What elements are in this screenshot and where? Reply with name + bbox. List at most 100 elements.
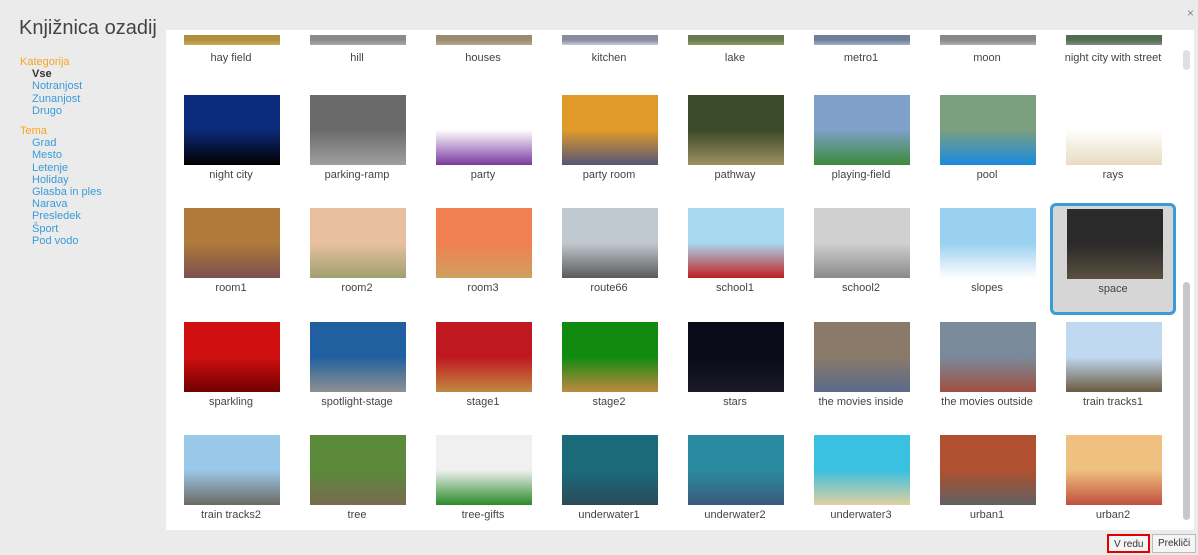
room1-thumbnail (184, 208, 280, 278)
backdrop-label: tree-gifts (461, 509, 505, 521)
underwater3-thumbnail (814, 435, 910, 505)
backdrop-tile[interactable]: night city (168, 90, 294, 202)
room3-thumbnail (436, 208, 532, 278)
backdrop-tile[interactable]: tree (294, 430, 420, 530)
backdrop-tile[interactable]: pathway (672, 90, 798, 202)
scrollbar-track-top (1183, 50, 1190, 70)
metro-thumbnail (814, 35, 910, 45)
backdrop-library-dialog: Knjižnica ozadij × Kategorija Vse Notranj… (0, 0, 1198, 555)
backdrop-label: houses (465, 52, 501, 64)
backdrop-label: hay field (210, 52, 252, 64)
route66-thumbnail (562, 208, 658, 278)
backdrop-tile[interactable]: rays (1050, 90, 1176, 202)
urban1-thumbnail (940, 435, 1036, 505)
backdrop-tile[interactable]: stage2 (546, 317, 672, 429)
backdrop-tile[interactable]: spotlight-stage (294, 317, 420, 429)
houses-thumbnail (436, 35, 532, 45)
party-room-thumbnail (562, 95, 658, 165)
backdrop-label: room3 (467, 282, 499, 294)
backdrop-tile[interactable]: sparkling (168, 317, 294, 429)
sidebar-item-presledek[interactable]: Presledek (20, 210, 160, 222)
backdrop-tile[interactable]: room1 (168, 203, 294, 315)
sidebar-item-letenje[interactable]: Letenje (20, 162, 160, 174)
backdrop-tile[interactable]: the movies inside (798, 317, 924, 429)
backdrop-label: lake (724, 52, 746, 64)
night-city-street-thumbnail (1066, 35, 1162, 45)
backdrop-tile[interactable]: school2 (798, 203, 924, 315)
backdrop-tile[interactable]: pool (924, 90, 1050, 202)
tree-thumbnail (310, 435, 406, 505)
backdrop-tile[interactable]: party room (546, 90, 672, 202)
sidebar-item-šport[interactable]: Šport (20, 223, 160, 235)
sidebar-item-zunanjost[interactable]: Zunanjost (20, 93, 160, 105)
backdrop-tile[interactable]: parking-ramp (294, 90, 420, 202)
backdrop-tile[interactable]: train tracks1 (1050, 317, 1176, 429)
tema-list: Grad Mesto Letenje Holiday Glasba in ples Nar… (20, 137, 160, 247)
parking-ramp-thumbnail (310, 95, 406, 165)
backdrop-label: the movies outside (941, 396, 1033, 408)
backdrop-label: night city with street (1064, 52, 1162, 64)
backdrop-tile[interactable]: urban2 (1050, 430, 1176, 530)
train-tracks2-thumbnail (184, 435, 280, 505)
backdrop-tile[interactable]: playing-field (798, 90, 924, 202)
playing-field-thumbnail (814, 95, 910, 165)
backdrop-label: space (1098, 283, 1128, 295)
sidebar-item-vse[interactable]: Vse (20, 68, 160, 80)
sidebar-item-notranjost[interactable]: Notranjost (20, 80, 160, 92)
backdrop-tile[interactable]: route66 (546, 203, 672, 315)
cancel-button[interactable]: Prekliči (1152, 534, 1197, 553)
backdrop-tile[interactable]: urban1 (924, 430, 1050, 530)
underwater2-thumbnail (688, 435, 784, 505)
kitchen-thumbnail (562, 35, 658, 45)
sidebar-item-holiday[interactable]: Holiday (20, 174, 160, 186)
sidebar-item-glasba-in-ples[interactable]: Glasba in ples (20, 186, 160, 198)
backdrop-label: urban1 (969, 509, 1005, 521)
backdrop-tile[interactable]: stars (672, 317, 798, 429)
pathway-thumbnail (688, 95, 784, 165)
backdrop-tile[interactable]: party (420, 90, 546, 202)
backdrop-tile[interactable]: underwater3 (798, 430, 924, 530)
backdrop-tile[interactable]: slopes (924, 203, 1050, 315)
backdrop-tile[interactable]: room2 (294, 203, 420, 315)
backdrop-label: room1 (215, 282, 247, 294)
tema-heading: Tema (20, 125, 47, 138)
underwater1-thumbnail (562, 435, 658, 505)
backdrop-label: pool (976, 169, 998, 181)
backdrop-label: stars (723, 396, 747, 408)
sidebar-item-pod-vodo[interactable]: Pod vodo (20, 235, 160, 247)
backdrop-label: pathway (714, 169, 756, 181)
backdrop-label: school2 (842, 282, 880, 294)
spotlight-stage-thumbnail (310, 322, 406, 392)
moon-thumbnail (940, 35, 1036, 45)
scrollbar-thumb[interactable] (1183, 282, 1190, 520)
backdrop-label: route66 (590, 282, 628, 294)
backdrop-grid-panel[interactable]: hay field hill houses kitchen lake metro1 moon… (166, 30, 1180, 530)
ok-button[interactable]: V redu (1107, 534, 1151, 553)
backdrop-label: slopes (971, 282, 1003, 294)
close-icon[interactable]: × (1187, 6, 1194, 20)
backdrop-tile[interactable]: tree-gifts (420, 430, 546, 530)
backdrop-label: train tracks2 (201, 509, 261, 521)
sidebar-item-grad[interactable]: Grad (20, 137, 160, 149)
slopes-thumbnail (940, 208, 1036, 278)
scrollbar[interactable] (1180, 30, 1194, 530)
backdrop-tile[interactable]: school1 (672, 203, 798, 315)
backdrop-label: stage2 (592, 396, 626, 408)
backdrop-tile[interactable]: room3 (420, 203, 546, 315)
backdrop-label: hill (350, 52, 364, 64)
backdrop-tile[interactable]: train tracks2 (168, 430, 294, 530)
dialog-title: Knjižnica ozadij (19, 17, 157, 39)
backdrop-label: the movies inside (818, 396, 904, 408)
tree-gifts-thumbnail (436, 435, 532, 505)
backdrop-tile[interactable]: underwater1 (546, 430, 672, 530)
backdrop-label: rays (1102, 169, 1124, 181)
sidebar-item-mesto[interactable]: Mesto (20, 149, 160, 161)
backdrop-tile[interactable]: stage1 (420, 317, 546, 429)
backdrop-tile[interactable]: space (1050, 203, 1176, 315)
backdrop-tile[interactable]: underwater2 (672, 430, 798, 530)
sidebar-item-narava[interactable]: Narava (20, 198, 160, 210)
urban2-thumbnail (1066, 435, 1162, 505)
sidebar-item-drugo[interactable]: Drugo (20, 105, 160, 117)
backdrop-tile[interactable]: the movies outside (924, 317, 1050, 429)
backdrop-label: sparkling (208, 396, 254, 408)
